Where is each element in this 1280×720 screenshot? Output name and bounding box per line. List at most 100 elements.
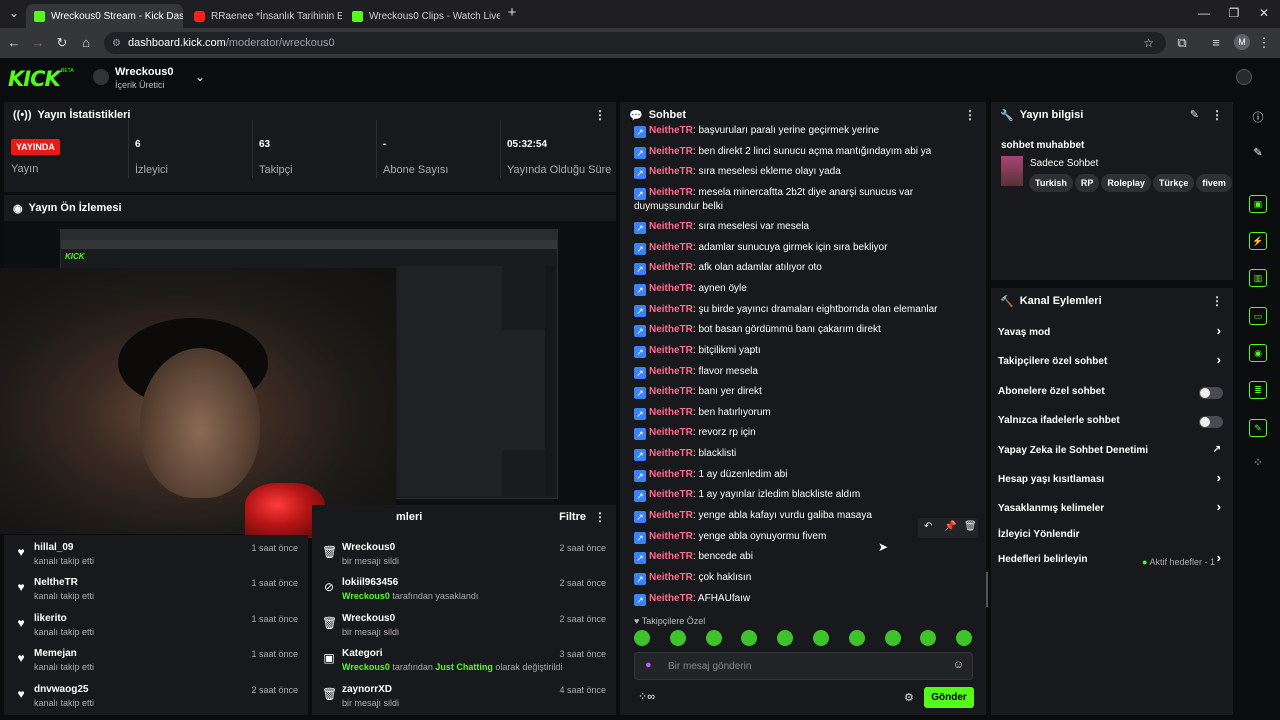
- chat-message[interactable]: ↗ NeitheTR: çok haklısın: [634, 571, 974, 585]
- chat-message[interactable]: ↗ NeitheTR: şu birde yayıncı dramaları ei…: [634, 303, 974, 317]
- site-info-icon[interactable]: ⚙: [112, 38, 121, 49]
- back-icon[interactable]: ←: [6, 35, 22, 50]
- broadcast-icon[interactable]: ◉: [1249, 344, 1267, 362]
- stats-icon[interactable]: ▥: [1249, 269, 1267, 287]
- browser-tab-2[interactable]: RRaenee *İnsanlık Tarihinin En ✕: [186, 4, 342, 28]
- stream-preview-icon[interactable]: ▣: [1249, 195, 1267, 213]
- chevron-right-icon[interactable]: ›: [1217, 470, 1221, 485]
- chat-message[interactable]: ↗ NeitheTR: AFHAUfaıw: [634, 592, 974, 606]
- tag-pill[interactable]: RP: [1074, 174, 1100, 192]
- extensions-icon[interactable]: ⧉: [1174, 35, 1190, 51]
- window-close-icon[interactable]: ✕: [1254, 6, 1274, 20]
- wrench-icon[interactable]: ✎: [1249, 419, 1267, 437]
- chevron-right-icon[interactable]: ›: [1217, 499, 1221, 514]
- channel-action-item[interactable]: Yavaş mod: [998, 327, 1050, 338]
- chat-username[interactable]: NeitheTR: [649, 427, 693, 438]
- emoji-icon[interactable]: ☺: [953, 659, 964, 671]
- emote-button[interactable]: [705, 630, 722, 646]
- filter-button[interactable]: Filtre: [559, 511, 586, 523]
- chat-message[interactable]: ↗ NeitheTR: afk olan adamlar atılıyor oto: [634, 261, 974, 275]
- emote-button[interactable]: [634, 630, 650, 646]
- chat-message[interactable]: ↗ NeitheTR: flavor mesela: [634, 365, 974, 379]
- mod-log-icon[interactable]: ≣: [1249, 381, 1267, 399]
- lightning-icon[interactable]: ⚡: [1249, 232, 1267, 250]
- info-icon[interactable]: ⓘ: [1249, 109, 1267, 127]
- gear-icon[interactable]: ⚙: [904, 691, 914, 704]
- chat-username[interactable]: NeitheTR: [649, 345, 693, 356]
- channel-action-item[interactable]: Yapay Zeka ile Sohbet Denetimi: [998, 445, 1148, 456]
- emote-icon[interactable]: ⁘: [1249, 456, 1267, 474]
- channel-action-item[interactable]: Hesap yaşı kısıtlaması: [998, 474, 1104, 485]
- forward-icon[interactable]: →: [30, 35, 46, 50]
- address-bar[interactable]: dashboard.kick.com/moderator/wreckous0 ⚙…: [104, 32, 1166, 54]
- chat-message[interactable]: ↗ NeitheTR: bencede abi: [634, 550, 974, 564]
- chat-icon[interactable]: ▭: [1249, 307, 1267, 325]
- bookmark-star-icon[interactable]: ☆: [1143, 36, 1154, 50]
- chat-username[interactable]: NeitheTR: [649, 489, 693, 500]
- chat-username[interactable]: NeitheTR: [649, 242, 693, 253]
- chat-username[interactable]: NeitheTR: [649, 283, 693, 294]
- channel-action-item[interactable]: Yalnızca ifadelerle sohbet: [998, 415, 1120, 426]
- chevron-right-icon[interactable]: ›: [1217, 550, 1221, 565]
- browser-menu-icon[interactable]: ⋮: [1256, 35, 1272, 51]
- emote-button[interactable]: [813, 630, 829, 646]
- channel-name[interactable]: Wreckous0: [115, 66, 174, 78]
- trash-icon[interactable]: 🗑: [964, 521, 977, 532]
- channel-action-item[interactable]: Yasaklanmış kelimeler: [998, 503, 1104, 514]
- tag-pill[interactable]: Roleplay: [1101, 174, 1151, 192]
- edit-pencil-icon[interactable]: ✎: [1190, 108, 1199, 121]
- minimize-icon[interactable]: —: [1194, 6, 1214, 20]
- chevron-down-icon[interactable]: ⌄: [195, 70, 205, 84]
- chevron-right-icon[interactable]: ›: [1217, 323, 1221, 338]
- chat-input[interactable]: ● Bir mesaj gönderin ☺: [634, 652, 973, 680]
- channel-action-item[interactable]: Hedefleri belirleyin: [998, 554, 1087, 565]
- media-icon[interactable]: ≡: [1208, 35, 1224, 50]
- emote-button[interactable]: [848, 630, 865, 646]
- reload-icon[interactable]: ↻: [54, 35, 70, 51]
- chat-message[interactable]: ↗ NeitheTR: banı yer direkt: [634, 385, 974, 399]
- chat-message[interactable]: ↗ NeitheTR: adamlar sunucuya girmek için …: [634, 241, 974, 255]
- new-tab-icon[interactable]: +: [502, 4, 522, 21]
- chat-username[interactable]: NeitheTR: [649, 366, 693, 377]
- chat-username[interactable]: NeitheTR: [649, 146, 693, 157]
- toggle-switch[interactable]: [1199, 387, 1223, 399]
- microphone-icon[interactable]: ●: [645, 659, 652, 671]
- tab-search-icon[interactable]: ⌄: [4, 6, 24, 20]
- chat-message[interactable]: ↗ NeitheTR: bot basan gördümmü banı çakar…: [634, 323, 974, 337]
- more-options-icon[interactable]: ⋮: [594, 510, 606, 524]
- channel-action-item[interactable]: İzleyici Yönlendir: [998, 529, 1080, 540]
- browser-tab-3[interactable]: Wreckous0 Clips - Watch Live c ✕: [344, 4, 500, 28]
- chat-username[interactable]: NeitheTR: [649, 551, 693, 562]
- chat-username[interactable]: NeitheTR: [649, 448, 693, 459]
- toggle-switch[interactable]: [1199, 416, 1223, 428]
- more-options-icon[interactable]: ⋮: [594, 108, 606, 122]
- chat-message[interactable]: ↗ NeitheTR: mesela minercaftta 2b2t diye …: [634, 186, 974, 214]
- reply-icon[interactable]: ↶: [924, 521, 932, 532]
- chevron-right-icon[interactable]: ›: [1217, 352, 1221, 367]
- chat-message[interactable]: ↗ NeitheTR: ben hatırlıyorum: [634, 406, 974, 420]
- chat-message[interactable]: ↗ NeitheTR: 1 ay düzenledim abi: [634, 468, 974, 482]
- chat-username[interactable]: NeitheTR: [649, 593, 693, 604]
- more-options-icon[interactable]: ⋮: [964, 108, 976, 122]
- emote-button[interactable]: [741, 630, 758, 646]
- emote-button[interactable]: [884, 630, 901, 646]
- home-icon[interactable]: ⌂: [78, 35, 94, 50]
- channel-action-item[interactable]: Takipçilere özel sohbet: [998, 356, 1107, 367]
- chat-username[interactable]: NeitheTR: [649, 187, 693, 198]
- chat-message[interactable]: ↗ NeitheTR: revorz rp için: [634, 426, 974, 440]
- maximize-icon[interactable]: ❐: [1224, 6, 1244, 20]
- chat-username[interactable]: NeitheTR: [649, 531, 693, 542]
- chat-username[interactable]: NeitheTR: [649, 386, 693, 397]
- chat-message[interactable]: ↗ NeitheTR: sıra meselesi ekleme olayı ya…: [634, 165, 974, 179]
- chat-username[interactable]: NeitheTR: [649, 469, 693, 480]
- chat-username[interactable]: NeitheTR: [649, 125, 693, 136]
- emote-button[interactable]: [956, 630, 973, 646]
- chat-message[interactable]: ↗ NeitheTR: bitçilikmi yaptı: [634, 344, 974, 358]
- external-link-icon[interactable]: ↗: [1213, 444, 1221, 455]
- send-button[interactable]: Gönder: [924, 687, 974, 708]
- chat-message[interactable]: ↗ NeitheTR: blacklisti: [634, 447, 974, 461]
- more-options-icon[interactable]: ⋮: [1211, 108, 1223, 122]
- profile-avatar[interactable]: M: [1234, 34, 1250, 50]
- chat-username[interactable]: NeitheTR: [649, 510, 693, 521]
- chat-username[interactable]: NeitheTR: [649, 262, 693, 273]
